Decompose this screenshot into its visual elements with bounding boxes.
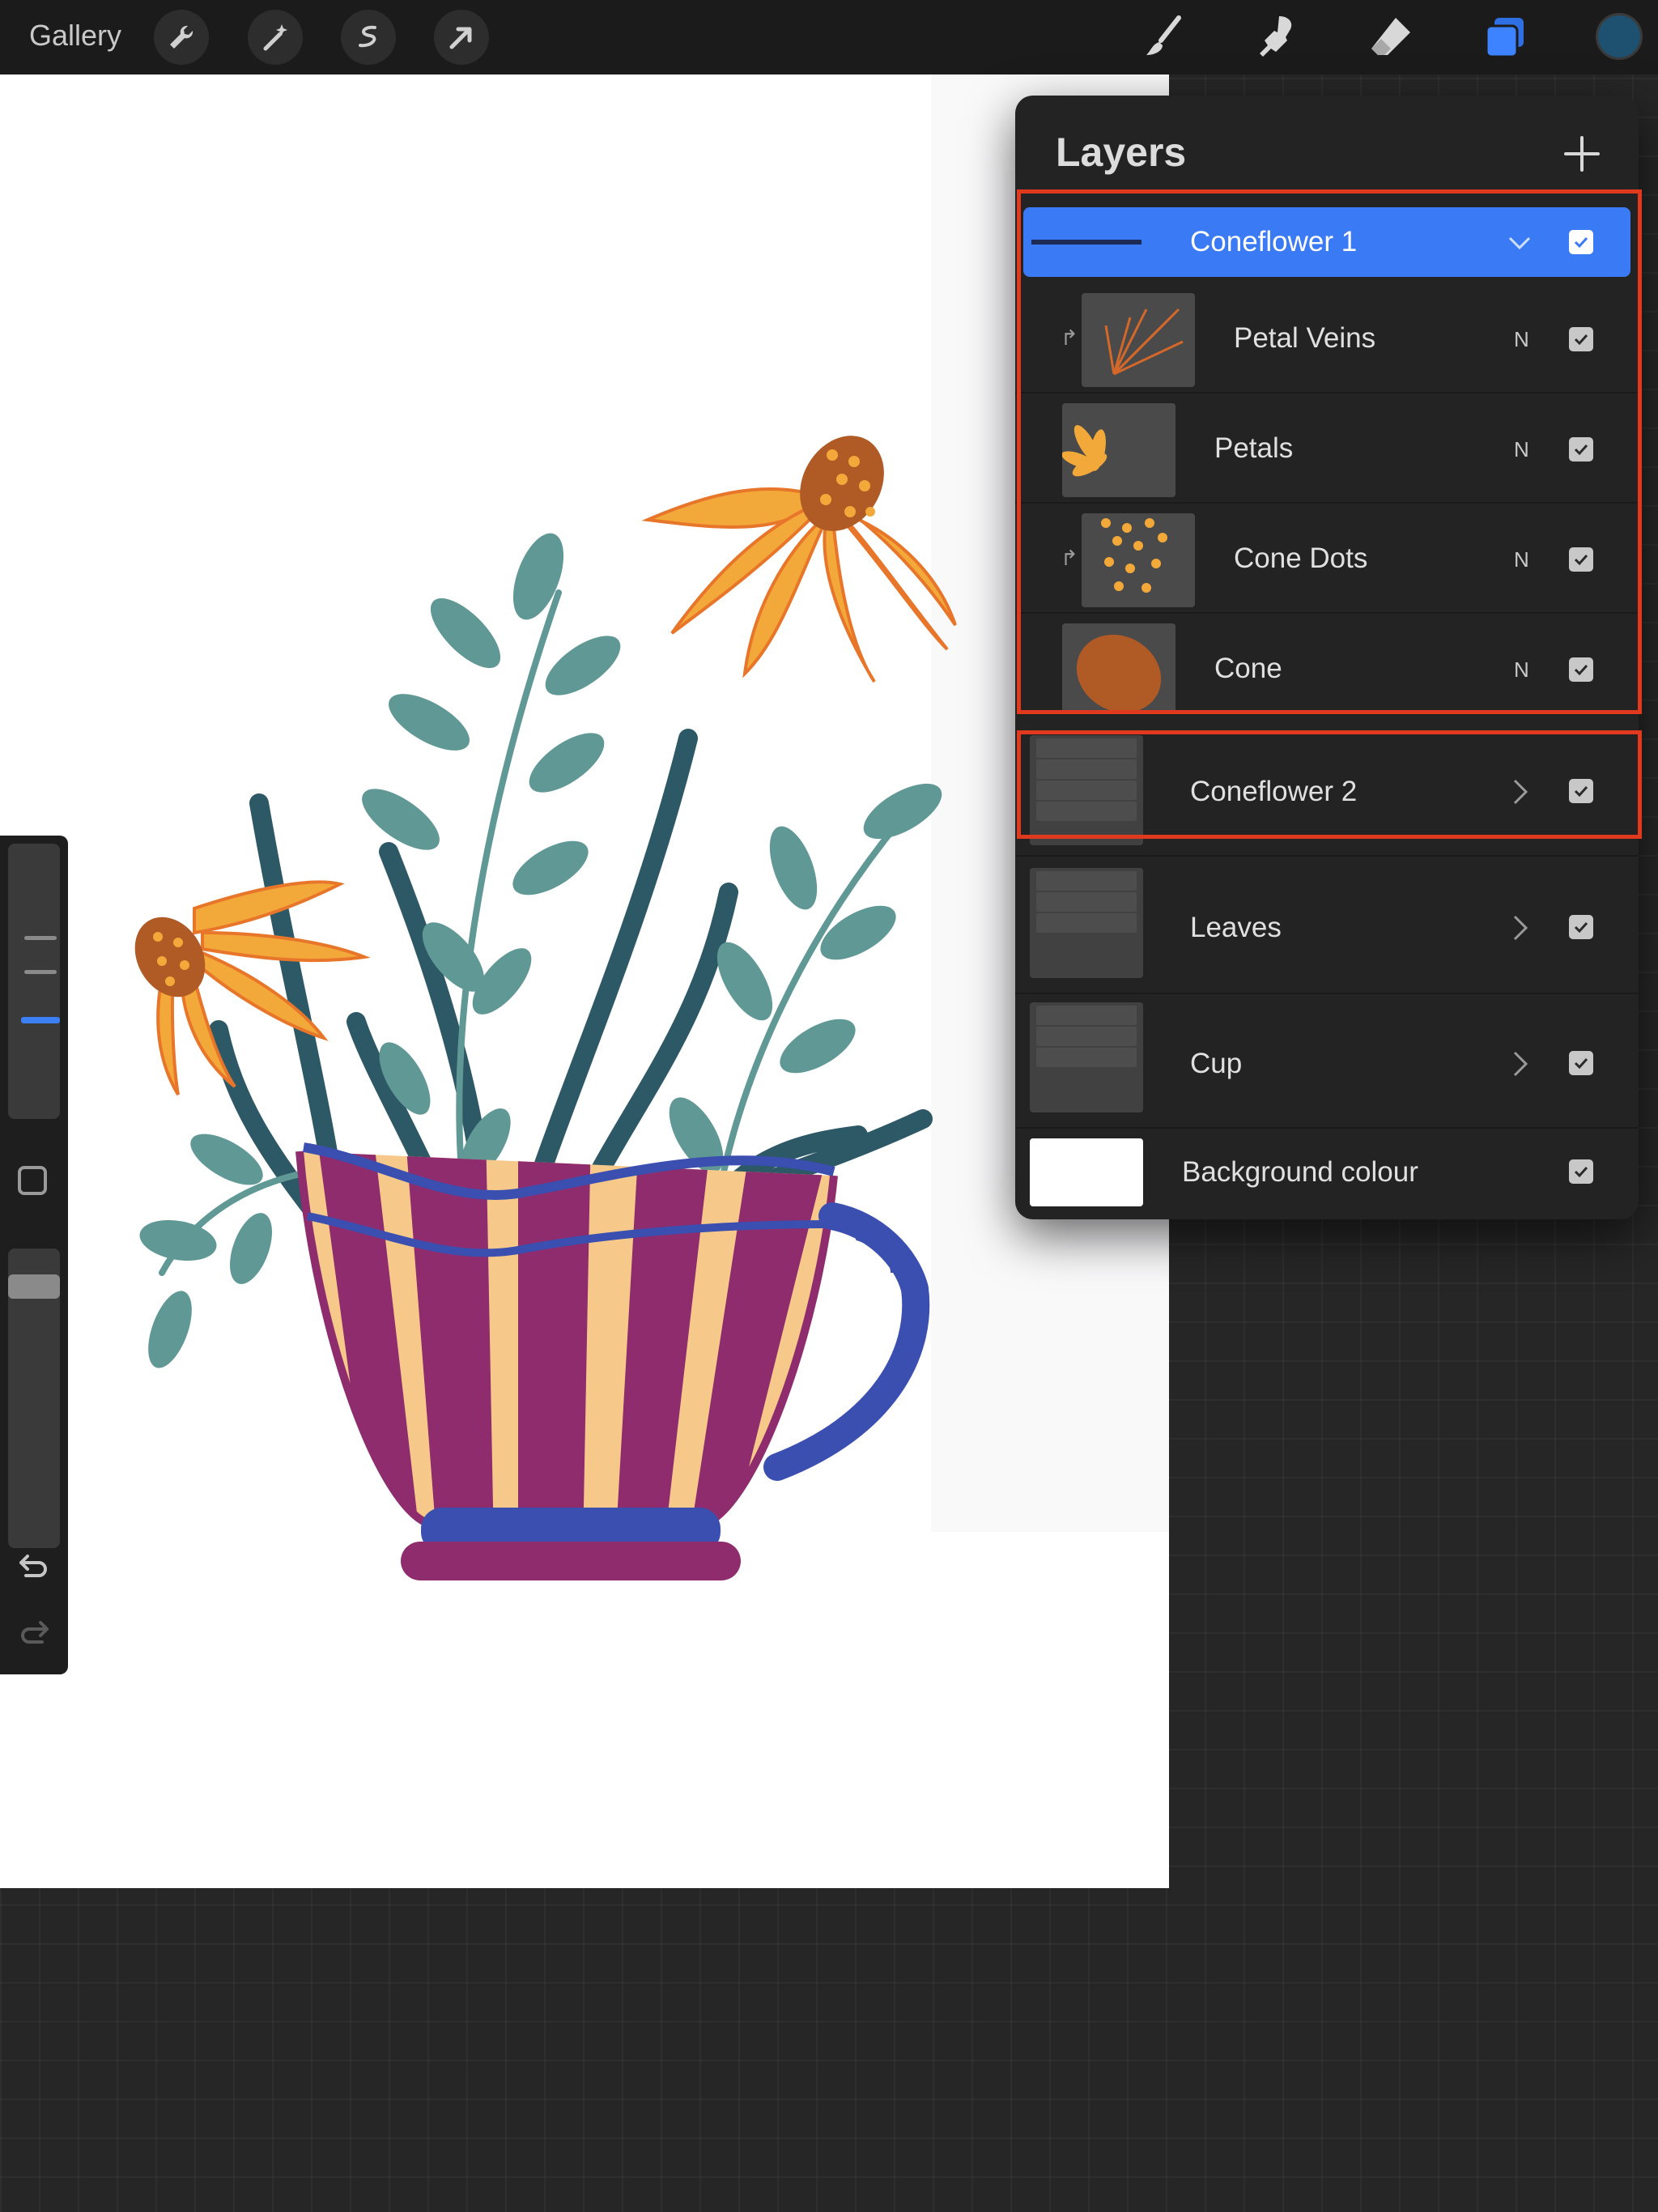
size-slider-handle[interactable]	[21, 1017, 60, 1023]
undo-icon[interactable]	[16, 1548, 52, 1588]
group-thumbnail	[1030, 868, 1143, 978]
wrench-icon[interactable]	[154, 10, 209, 65]
layers-panel-title: Layers	[1056, 130, 1187, 175]
eraser-icon[interactable]	[1363, 10, 1418, 65]
magic-wand-icon[interactable]	[248, 10, 303, 65]
smudge-icon[interactable]	[1250, 10, 1305, 65]
selection-icon[interactable]	[341, 10, 396, 65]
transform-arrow-icon[interactable]	[434, 10, 489, 65]
layer-name: Leaves	[1190, 912, 1282, 943]
layer-name: Cup	[1190, 1048, 1243, 1079]
layers-icon[interactable]	[1478, 10, 1533, 65]
top-toolbar: Gallery	[0, 0, 1658, 74]
colour-swatch[interactable]	[1596, 13, 1643, 60]
opacity-slider-handle[interactable]	[8, 1274, 60, 1299]
layer-group-cup[interactable]: Cup	[1015, 999, 1639, 1129]
row-divider	[1015, 993, 1639, 994]
gallery-button[interactable]: Gallery	[29, 18, 121, 53]
slider-tick	[24, 936, 57, 940]
layer-background-colour[interactable]: Background colour	[1015, 1132, 1639, 1218]
brush-icon[interactable]	[1137, 10, 1192, 65]
layer-group-leaves[interactable]: Leaves	[1015, 865, 1639, 994]
chevron-right-icon[interactable]	[1505, 913, 1534, 946]
visibility-checkbox[interactable]	[1569, 1159, 1593, 1184]
visibility-checkbox[interactable]	[1569, 915, 1593, 939]
annotation-highlight-coneflower-2	[1017, 730, 1642, 839]
background-swatch	[1030, 1138, 1143, 1206]
opacity-slider[interactable]	[8, 1249, 60, 1548]
annotation-highlight-coneflower-1	[1017, 189, 1642, 714]
slider-tick	[24, 970, 57, 974]
drawing-canvas[interactable]	[0, 74, 1169, 1888]
visibility-checkbox[interactable]	[1569, 1051, 1593, 1075]
left-sidebar	[0, 836, 68, 1674]
chevron-right-icon[interactable]	[1505, 1049, 1534, 1083]
layer-name: Background colour	[1182, 1156, 1418, 1188]
redo-icon[interactable]	[16, 1614, 52, 1654]
group-thumbnail	[1030, 1002, 1143, 1112]
row-divider	[1015, 1127, 1639, 1129]
brush-size-slider[interactable]	[8, 844, 60, 1119]
plus-icon[interactable]	[1558, 130, 1606, 178]
row-divider	[1015, 855, 1639, 857]
teacup-illustration	[134, 74, 1169, 1580]
modify-square-icon[interactable]	[18, 1166, 47, 1195]
